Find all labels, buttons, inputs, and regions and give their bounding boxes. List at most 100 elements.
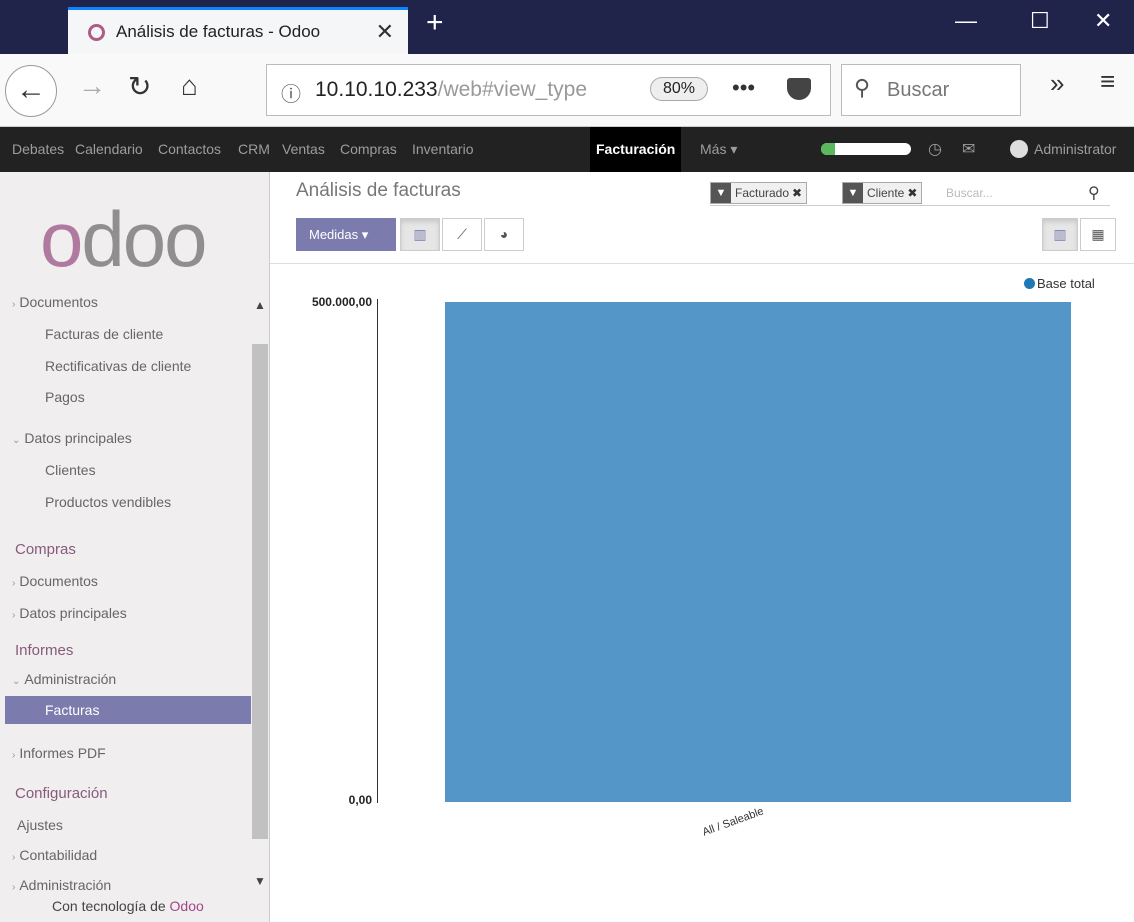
powered-prefix: Con tecnología de: [52, 898, 166, 914]
search-icon: ⚲: [854, 75, 871, 100]
app-menu-item-active[interactable]: Facturación: [590, 127, 682, 172]
app-menu-item[interactable]: Inventario: [412, 141, 473, 157]
sidebar-item-clientes[interactable]: Clientes: [45, 462, 96, 478]
measures-dropdown-button[interactable]: Medidas ▾: [296, 218, 396, 251]
pivot-view-button[interactable]: ▦: [1080, 218, 1116, 251]
caret-right-icon: ›: [12, 750, 16, 761]
sidebar-item-datos-principales[interactable]: › Datos principales: [12, 605, 127, 621]
facet-label: Cliente: [867, 186, 905, 200]
maximize-button[interactable]: ☐: [1030, 8, 1050, 34]
app-menu-item[interactable]: Ventas: [282, 141, 325, 157]
legend-dot: [1024, 278, 1035, 289]
filter-icon: ▼: [711, 183, 731, 203]
scroll-up-icon[interactable]: ▲: [254, 298, 266, 312]
line-chart-mode-button[interactable]: ⟋: [442, 218, 482, 251]
onboarding-progress-bar[interactable]: [821, 143, 911, 155]
sidebar-item-label: Informes: [15, 642, 74, 659]
sidebar-item-ajustes[interactable]: Ajustes: [17, 817, 63, 833]
sidebar-item-pagos[interactable]: Pagos: [45, 389, 85, 405]
tab-close-icon[interactable]: ✕: [376, 19, 394, 45]
caret-right-icon: ›: [12, 882, 16, 893]
minimize-button[interactable]: —: [955, 8, 977, 34]
sidebar-item-facturas-de-cliente[interactable]: Facturas de cliente: [45, 326, 163, 342]
sidebar-item-label: Contabilidad: [19, 847, 98, 863]
back-button[interactable]: ←: [5, 65, 57, 117]
search-input[interactable]: Buscar...: [946, 186, 993, 200]
app-menu-item[interactable]: Debates: [12, 141, 64, 157]
chart-legend: Base total: [1024, 276, 1095, 291]
url-host: 10.10.10.233: [315, 78, 438, 101]
control-panel: Análisis de facturas Medidas ▾ ▥ ⟋ ◕ ▼ Fa…: [270, 172, 1134, 264]
graph-view-button[interactable]: ▥: [1042, 218, 1078, 251]
sidebar-item-informes: Informes: [15, 642, 73, 659]
y-axis: [377, 299, 378, 803]
chart-bar[interactable]: [445, 302, 1071, 802]
app-menu-item[interactable]: Contactos: [158, 141, 221, 157]
overflow-menu-button[interactable]: »: [1050, 68, 1064, 99]
sidebar-item-label: Documentos: [19, 573, 98, 589]
odoo-app-menu: Debates Calendario Contactos CRM Ventas …: [0, 127, 1134, 172]
close-window-button[interactable]: ✕: [1094, 8, 1112, 34]
info-icon[interactable]: ⓘ: [281, 78, 301, 107]
remove-facet-icon[interactable]: ✖: [792, 186, 802, 200]
activity-clock-icon[interactable]: ◷: [928, 139, 942, 159]
browser-search-placeholder: Buscar: [887, 79, 950, 101]
page-actions-icon[interactable]: •••: [732, 75, 755, 101]
reload-button[interactable]: ↻: [128, 70, 151, 103]
sidebar-item-label: Clientes: [45, 462, 96, 478]
sidebar-item-administraci-n[interactable]: › Administración: [12, 877, 111, 893]
browser-tab[interactable]: Análisis de facturas - Odoo ✕: [68, 7, 408, 54]
powered-by: Con tecnología de Odoo: [52, 898, 204, 914]
sidebar-item-documentos[interactable]: › Documentos: [12, 573, 98, 589]
sidebar-item-label: Configuración: [15, 785, 108, 802]
new-tab-button[interactable]: +: [426, 6, 444, 40]
app-menu-item[interactable]: Compras: [340, 141, 397, 157]
app-menu-item[interactable]: CRM: [238, 141, 270, 157]
scroll-down-icon[interactable]: ▼: [254, 874, 266, 888]
search-facet[interactable]: ▼ Cliente ✖: [842, 182, 923, 204]
sidebar-item-productos-vendibles[interactable]: Productos vendibles: [45, 494, 171, 510]
browser-search-box[interactable]: ⚲ Buscar: [841, 64, 1021, 116]
sidebar-scrollbar[interactable]: ▲ ▼: [252, 292, 268, 897]
remove-facet-icon[interactable]: ✖: [907, 186, 917, 200]
main-content: Análisis de facturas Medidas ▾ ▥ ⟋ ◕ ▼ Fa…: [270, 172, 1134, 922]
sidebar-item-contabilidad[interactable]: › Contabilidad: [12, 847, 97, 863]
caret-right-icon: ›: [12, 578, 16, 589]
search-icon[interactable]: ⚲: [1088, 183, 1100, 203]
sidebar-item-facturas[interactable]: Facturas: [5, 696, 251, 724]
sidebar-item-informes-pdf[interactable]: › Informes PDF: [12, 745, 106, 761]
url-bar[interactable]: ⓘ 10.10.10.233/web#view_type 80% •••: [266, 64, 831, 116]
forward-button[interactable]: →: [78, 70, 106, 102]
messaging-icon[interactable]: ✉: [962, 139, 975, 159]
facet-label: Facturado: [735, 186, 790, 200]
bar-chart-mode-button[interactable]: ▥: [400, 218, 440, 251]
app-menu-item[interactable]: Calendario: [75, 141, 143, 157]
browser-titlebar: Análisis de facturas - Odoo ✕ + — ☐ ✕: [0, 0, 1134, 54]
user-name[interactable]: Administrator: [1034, 141, 1116, 157]
search-facet[interactable]: ▼ Facturado ✖: [710, 182, 808, 204]
sidebar-item-administraci-n[interactable]: ⌄ Administración: [12, 671, 116, 687]
sidebar-item-datos-principales[interactable]: ⌄ Datos principales: [12, 430, 132, 446]
pie-chart-mode-button[interactable]: ◕: [484, 218, 524, 251]
zoom-indicator[interactable]: 80%: [650, 77, 709, 101]
search-view[interactable]: ▼ Facturado ✖ ▼ Cliente ✖ Buscar... ⚲: [710, 180, 1110, 206]
scrollbar-thumb[interactable]: [252, 344, 268, 839]
hamburger-menu-icon[interactable]: ≡: [1100, 66, 1115, 97]
pocket-icon[interactable]: [787, 78, 811, 100]
y-tick-label: 500.000,00: [311, 295, 372, 309]
powered-brand-link[interactable]: Odoo: [170, 898, 204, 914]
sidebar-item-rectificativas-de-cliente[interactable]: Rectificativas de cliente: [45, 358, 191, 374]
caret-right-icon: ›: [12, 299, 16, 310]
tab-title: Análisis de facturas - Odoo: [116, 22, 321, 41]
sidebar-item-documentos[interactable]: › Documentos: [12, 294, 98, 310]
caret-down-icon: ⌄: [12, 435, 21, 446]
home-button[interactable]: ⌂: [181, 70, 198, 102]
filter-icon: ▼: [843, 183, 863, 203]
sidebar-item-label: Informes PDF: [19, 745, 106, 761]
url-text[interactable]: 10.10.10.233/web#view_type: [315, 78, 655, 102]
avatar[interactable]: [1010, 140, 1028, 158]
app-menu-item-more[interactable]: Más ▾: [700, 141, 737, 158]
odoo-logo[interactable]: odoo: [40, 194, 208, 285]
sidebar-item-label: Pagos: [45, 389, 85, 405]
caret-down-icon: ⌄: [12, 676, 21, 687]
